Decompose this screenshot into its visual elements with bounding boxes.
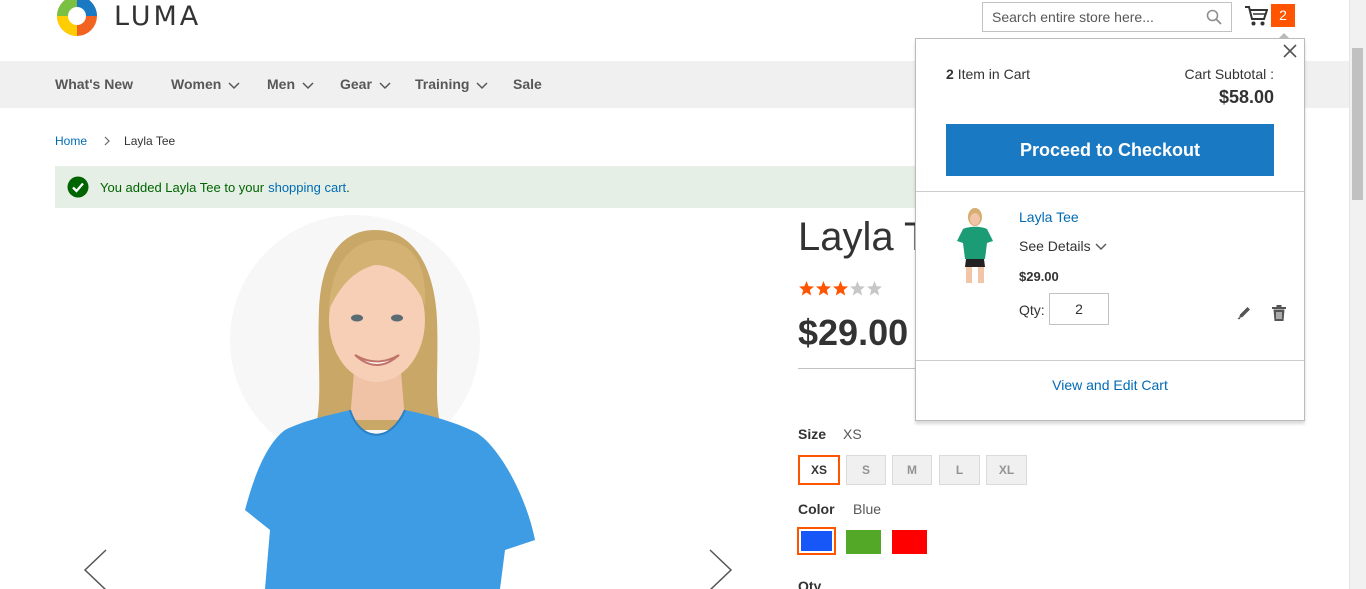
- scrollbar-thumb[interactable]: [1352, 48, 1363, 200]
- nav-item-label: Gear: [340, 76, 372, 92]
- chevron-right-icon: [104, 136, 110, 146]
- product-price: $29.00: [798, 312, 909, 353]
- nav-item-label: Training: [415, 76, 470, 92]
- color-swatch-blue[interactable]: [797, 527, 836, 555]
- close-icon[interactable]: [1282, 43, 1298, 59]
- star-filled-icon: [833, 281, 848, 296]
- see-details-toggle[interactable]: See Details: [1019, 238, 1107, 254]
- star-empty-icon: [867, 281, 882, 296]
- nav-item-women[interactable]: Women: [171, 61, 240, 108]
- breadcrumb: Home Layla Tee: [55, 134, 175, 148]
- minicart-count-number: 2: [946, 66, 954, 82]
- nav-item-label: What's New: [55, 76, 134, 92]
- subtotal-label: Cart Subtotal :: [1184, 66, 1275, 82]
- size-swatch-l[interactable]: L: [939, 455, 980, 485]
- size-swatch-xs[interactable]: XS: [798, 455, 840, 485]
- nav-item-sale[interactable]: Sale: [513, 61, 542, 108]
- chevron-down-icon: [228, 81, 240, 89]
- size-swatch-xl[interactable]: XL: [986, 455, 1027, 485]
- nav-item-gear[interactable]: Gear: [340, 61, 391, 108]
- breadcrumb-home-link[interactable]: Home: [55, 134, 87, 148]
- cart-item-thumbnail[interactable]: [949, 207, 1001, 285]
- divider: [916, 191, 1304, 192]
- cart-count-badge[interactable]: 2: [1271, 4, 1295, 27]
- product-image: [230, 215, 535, 589]
- cart-item-name-link[interactable]: Layla Tee: [1019, 209, 1079, 225]
- star-empty-icon: [850, 281, 865, 296]
- color-swatch-red[interactable]: [892, 530, 927, 554]
- color-selected-value: Blue: [853, 501, 882, 517]
- star-filled-icon: [816, 281, 831, 296]
- cart-item-qty-input[interactable]: [1049, 293, 1109, 325]
- checkmark-icon: [67, 176, 89, 198]
- chevron-down-icon: [1095, 243, 1107, 250]
- proceed-to-checkout-button[interactable]: Proceed to Checkout: [946, 124, 1274, 176]
- chevron-down-icon: [476, 81, 488, 89]
- logo-text: LUMA: [114, 0, 202, 32]
- product-gallery[interactable]: [55, 210, 755, 589]
- nav-item-whats-new[interactable]: What's New: [55, 61, 133, 108]
- message-suffix: .: [346, 179, 350, 195]
- see-details-label: See Details: [1019, 238, 1091, 254]
- minicart-item-count: 2 Item in Cart: [946, 66, 1030, 82]
- divider: [798, 368, 918, 369]
- subtotal-value: $58.00: [1218, 87, 1274, 107]
- nav-item-label: Men: [267, 76, 295, 92]
- rating-stars[interactable]: [798, 280, 883, 297]
- minicart-count-suffix: Item in Cart: [957, 66, 1031, 82]
- logo[interactable]: LUMA: [55, 0, 201, 38]
- color-label: Color: [798, 501, 835, 517]
- divider: [916, 360, 1304, 361]
- luma-logo-icon: [57, 0, 97, 36]
- size-selected-value: XS: [843, 426, 862, 442]
- minicart-dropdown: 2 Item in Cart Cart Subtotal : $58.00 Pr…: [915, 33, 1305, 421]
- cart-item-qty-label: Qty:: [1019, 302, 1045, 318]
- search-box[interactable]: [982, 2, 1232, 32]
- cart-item-price: $29.00: [1019, 269, 1059, 284]
- cart-icon[interactable]: [1244, 5, 1268, 27]
- nav-item-label: Women: [171, 76, 222, 92]
- breadcrumb-current: Layla Tee: [124, 134, 176, 148]
- pencil-icon[interactable]: [1236, 305, 1252, 321]
- chevron-down-icon: [302, 81, 314, 89]
- chevron-down-icon: [379, 81, 391, 89]
- trash-icon[interactable]: [1271, 304, 1287, 322]
- size-label: Size: [798, 426, 827, 442]
- view-and-edit-cart-link[interactable]: View and Edit Cart: [916, 377, 1304, 393]
- gallery-next-icon[interactable]: [708, 548, 734, 589]
- nav-item-men[interactable]: Men: [267, 61, 314, 108]
- size-swatch-s[interactable]: S: [846, 455, 886, 485]
- size-swatch-m[interactable]: M: [892, 455, 932, 485]
- nav-item-label: Sale: [513, 76, 542, 92]
- search-input[interactable]: [992, 9, 1202, 25]
- success-message: You added Layla Tee to your shopping car…: [55, 166, 935, 208]
- gallery-prev-icon[interactable]: [82, 548, 108, 589]
- message-text: You added Layla Tee to your: [100, 179, 265, 195]
- star-filled-icon: [799, 281, 814, 296]
- nav-item-training[interactable]: Training: [415, 61, 488, 108]
- search-icon[interactable]: [1206, 9, 1222, 25]
- color-swatch-green[interactable]: [846, 530, 881, 554]
- shopping-cart-link[interactable]: shopping cart: [268, 180, 346, 195]
- product-page: LUMA 2 What's New Women Men Gear: [0, 0, 1366, 589]
- qty-label: Qty: [798, 578, 822, 589]
